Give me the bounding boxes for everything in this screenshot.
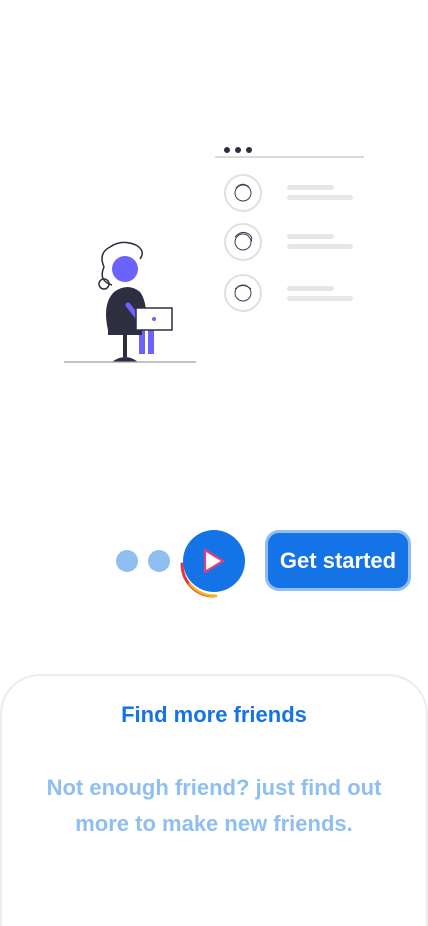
friend-row-1 (224, 174, 353, 212)
onboarding-screen: Get started Find more friends Not enough… (0, 0, 428, 926)
page-indicator-dot-2[interactable] (148, 550, 170, 572)
sheet-description: Not enough friend? just find out more to… (46, 775, 382, 836)
friend-row-2 (224, 223, 353, 261)
get-started-button[interactable]: Get started (265, 530, 411, 591)
info-sheet: Find more friends Not enough friend? jus… (0, 674, 428, 926)
person-with-laptop (98, 241, 173, 362)
sheet-title: Find more friends (121, 702, 307, 727)
more-dots-icon (224, 147, 252, 153)
friend-row-3 (224, 274, 353, 312)
play-button[interactable] (183, 530, 245, 592)
onboarding-controls: Get started (0, 520, 428, 610)
onboarding-illustration (64, 147, 364, 363)
play-icon (203, 548, 225, 574)
progress-ring (176, 526, 252, 602)
page-indicator-dot-1[interactable] (116, 550, 138, 572)
